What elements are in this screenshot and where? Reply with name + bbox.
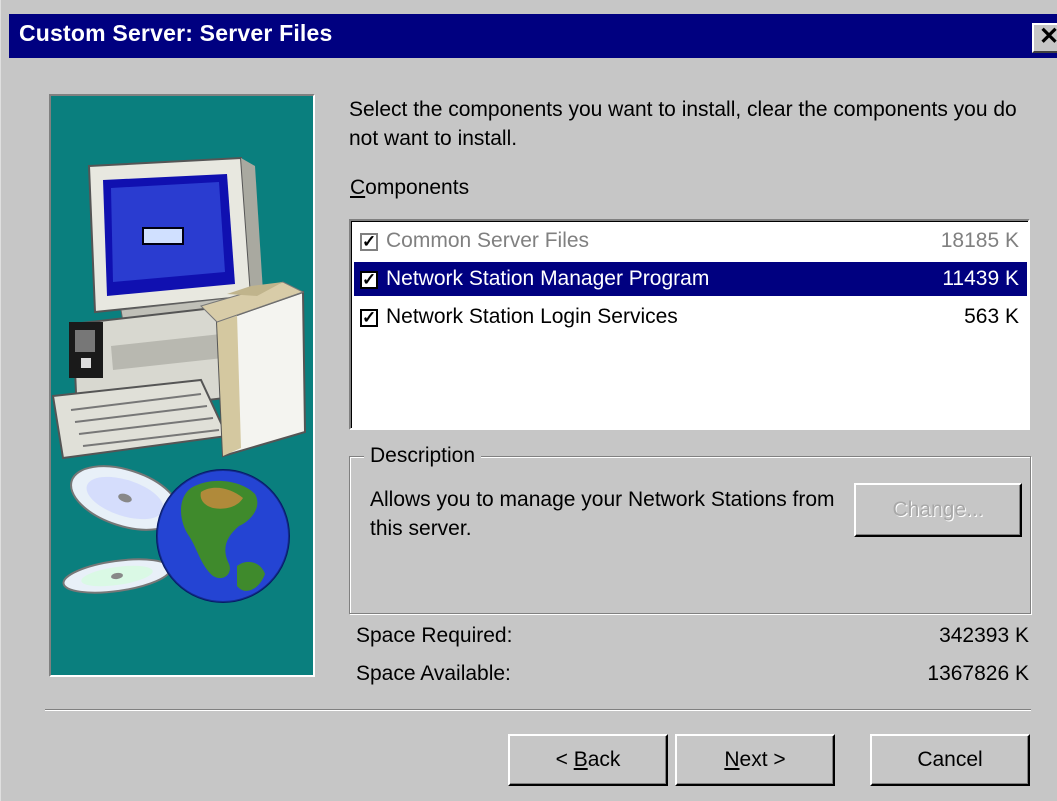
instructions-text: Select the components you want to instal… bbox=[349, 98, 1017, 150]
components-listbox[interactable]: ✓ Common Server Files 18185 K ✓ Network … bbox=[349, 219, 1030, 430]
component-size: 11439 K bbox=[942, 267, 1019, 290]
checkmark-icon: ✓ bbox=[362, 232, 377, 251]
components-label-rest: omponents bbox=[365, 176, 470, 199]
component-row-network-station-manager-program[interactable]: ✓ Network Station Manager Program 11439 … bbox=[354, 262, 1027, 296]
description-text: Allows you to manage your Network Statio… bbox=[370, 488, 835, 540]
component-name: Common Server Files bbox=[386, 229, 590, 252]
component-row-network-station-login-services[interactable]: ✓ Network Station Login Services 563 K bbox=[354, 300, 1027, 334]
component-name: Network Station Manager Program bbox=[386, 267, 710, 290]
component-row-common-server-files[interactable]: ✓ Common Server Files 18185 K bbox=[354, 224, 1027, 258]
back-button[interactable]: < Back bbox=[508, 734, 668, 786]
component-checkbox[interactable]: ✓ bbox=[360, 233, 378, 251]
setup-dialog: Custom Server: Server Files ✕ bbox=[0, 0, 1057, 801]
back-button-prefix: < bbox=[555, 748, 574, 771]
component-size: 563 K bbox=[964, 305, 1019, 328]
space-required-label: Space Required: bbox=[356, 624, 513, 647]
components-label: Components bbox=[350, 176, 469, 200]
computer-globe-illustration bbox=[51, 156, 307, 603]
globe-icon bbox=[156, 469, 290, 603]
window-title: Custom Server: Server Files bbox=[19, 20, 333, 46]
description-legend: Description bbox=[364, 444, 482, 468]
back-button-accelerator: B bbox=[573, 748, 588, 771]
change-button[interactable]: Change... bbox=[854, 483, 1022, 537]
back-button-rest: ack bbox=[587, 748, 621, 771]
component-checkbox[interactable]: ✓ bbox=[360, 309, 378, 327]
next-button-rest: ext > bbox=[739, 748, 786, 771]
setup-illustration bbox=[49, 94, 315, 677]
close-button[interactable]: ✕ bbox=[1032, 23, 1057, 53]
description-group: Description Allows you to manage your Ne… bbox=[349, 444, 1031, 614]
component-checkbox[interactable]: ✓ bbox=[360, 271, 378, 289]
space-available-label: Space Available: bbox=[356, 662, 511, 685]
components-label-accelerator: C bbox=[350, 176, 366, 199]
component-name: Network Station Login Services bbox=[386, 305, 678, 328]
space-available-value: 1367826 K bbox=[927, 662, 1029, 685]
checkmark-icon: ✓ bbox=[362, 270, 377, 289]
button-divider bbox=[45, 709, 1031, 711]
title-bar[interactable]: Custom Server: Server Files ✕ bbox=[9, 14, 1057, 58]
next-button[interactable]: Next > bbox=[675, 734, 835, 786]
space-required-value: 342393 K bbox=[939, 624, 1029, 647]
cancel-button[interactable]: Cancel bbox=[870, 734, 1030, 786]
next-button-accelerator: N bbox=[724, 748, 740, 771]
component-size: 18185 K bbox=[940, 229, 1019, 252]
checkmark-icon: ✓ bbox=[362, 308, 377, 327]
close-icon: ✕ bbox=[1039, 25, 1057, 50]
